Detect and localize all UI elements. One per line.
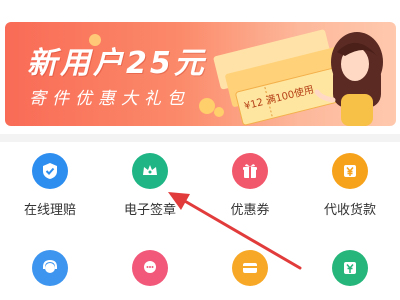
yuan-note-icon (332, 250, 368, 286)
shield-check-icon (32, 153, 68, 189)
service-cod[interactable]: 代收货款 (300, 153, 400, 218)
service-coupon[interactable]: 优惠券 (200, 153, 300, 218)
service-card[interactable] (200, 250, 300, 286)
service-label: 优惠券 (230, 203, 270, 218)
chat-icon (132, 250, 168, 286)
service-chat[interactable] (100, 250, 200, 286)
service-support[interactable] (0, 250, 100, 286)
crown-icon (132, 153, 168, 189)
service-payment[interactable] (300, 250, 400, 286)
card-icon (232, 250, 268, 286)
headset-icon (32, 250, 68, 286)
yuan-icon (332, 153, 368, 189)
banner-title: 新用户25元 (27, 46, 207, 81)
service-label: 电子签章 (123, 203, 176, 218)
service-label: 在线理赔 (23, 203, 76, 218)
gift-icon (232, 153, 268, 189)
promo-banner[interactable]: 新用户25元 寄件优惠大礼包 ¥12 满100使用 (5, 22, 396, 126)
banner-subtitle: 寄件优惠大礼包 (29, 89, 190, 109)
service-e-signature[interactable]: 电子签章 (100, 153, 200, 218)
service-label: 代收货款 (323, 203, 376, 218)
service-online-claim[interactable]: 在线理赔 (0, 153, 100, 218)
section-divider (0, 134, 400, 142)
